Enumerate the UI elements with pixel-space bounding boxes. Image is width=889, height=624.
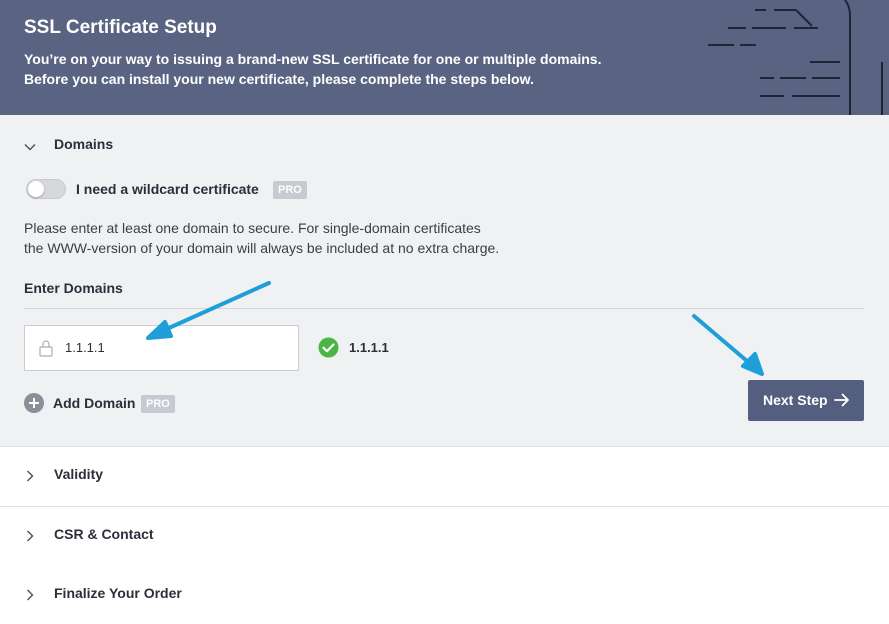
wildcard-label: I need a wildcard certificate	[76, 181, 259, 197]
domains-section-title[interactable]: Domains	[54, 136, 113, 152]
header-decoration	[708, 0, 883, 115]
next-step-label: Next Step	[763, 392, 828, 408]
toggle-knob	[28, 181, 44, 197]
finalize-order-section-title[interactable]: Finalize Your Order	[54, 585, 182, 601]
csr-contact-section-title[interactable]: CSR & Contact	[54, 526, 154, 542]
chevron-right-icon[interactable]	[24, 589, 36, 601]
lock-icon	[39, 340, 53, 357]
enter-domains-label: Enter Domains	[24, 280, 123, 296]
add-domain-label: Add Domain	[53, 395, 136, 411]
domains-section: Domains I need a wildcard certificate PR…	[0, 115, 889, 447]
validated-domain: 1.1.1.1	[349, 340, 389, 355]
check-circle-icon	[318, 337, 339, 358]
page-title: SSL Certificate Setup	[24, 17, 217, 38]
divider	[24, 308, 864, 309]
chevron-right-icon[interactable]	[24, 530, 36, 542]
pro-badge: PRO	[273, 181, 307, 199]
validity-section[interactable]: Validity	[0, 447, 889, 507]
wildcard-toggle[interactable]	[26, 179, 66, 199]
domain-input-field[interactable]	[24, 325, 299, 371]
chevron-down-icon[interactable]	[24, 141, 36, 153]
domains-description-line-2: the WWW-version of your domain will alwa…	[24, 240, 500, 256]
chevron-right-icon[interactable]	[24, 470, 36, 482]
header-subtitle-line-2: Before you can install your new certific…	[24, 71, 534, 87]
validity-section-title[interactable]: Validity	[54, 466, 103, 482]
header-subtitle-line-1: You’re on your way to issuing a brand-ne…	[24, 51, 602, 67]
next-step-button[interactable]: Next Step	[748, 380, 864, 421]
add-domain-pro-badge: PRO	[141, 395, 175, 413]
domains-description-line-1: Please enter at least one domain to secu…	[24, 220, 481, 236]
plus-circle-icon	[24, 393, 44, 413]
finalize-order-section[interactable]: Finalize Your Order	[0, 566, 889, 624]
page-header: SSL Certificate Setup You’re on your way…	[0, 0, 889, 115]
domain-input[interactable]	[65, 340, 285, 355]
csr-contact-section[interactable]: CSR & Contact	[0, 507, 889, 567]
arrow-right-icon	[834, 393, 849, 407]
